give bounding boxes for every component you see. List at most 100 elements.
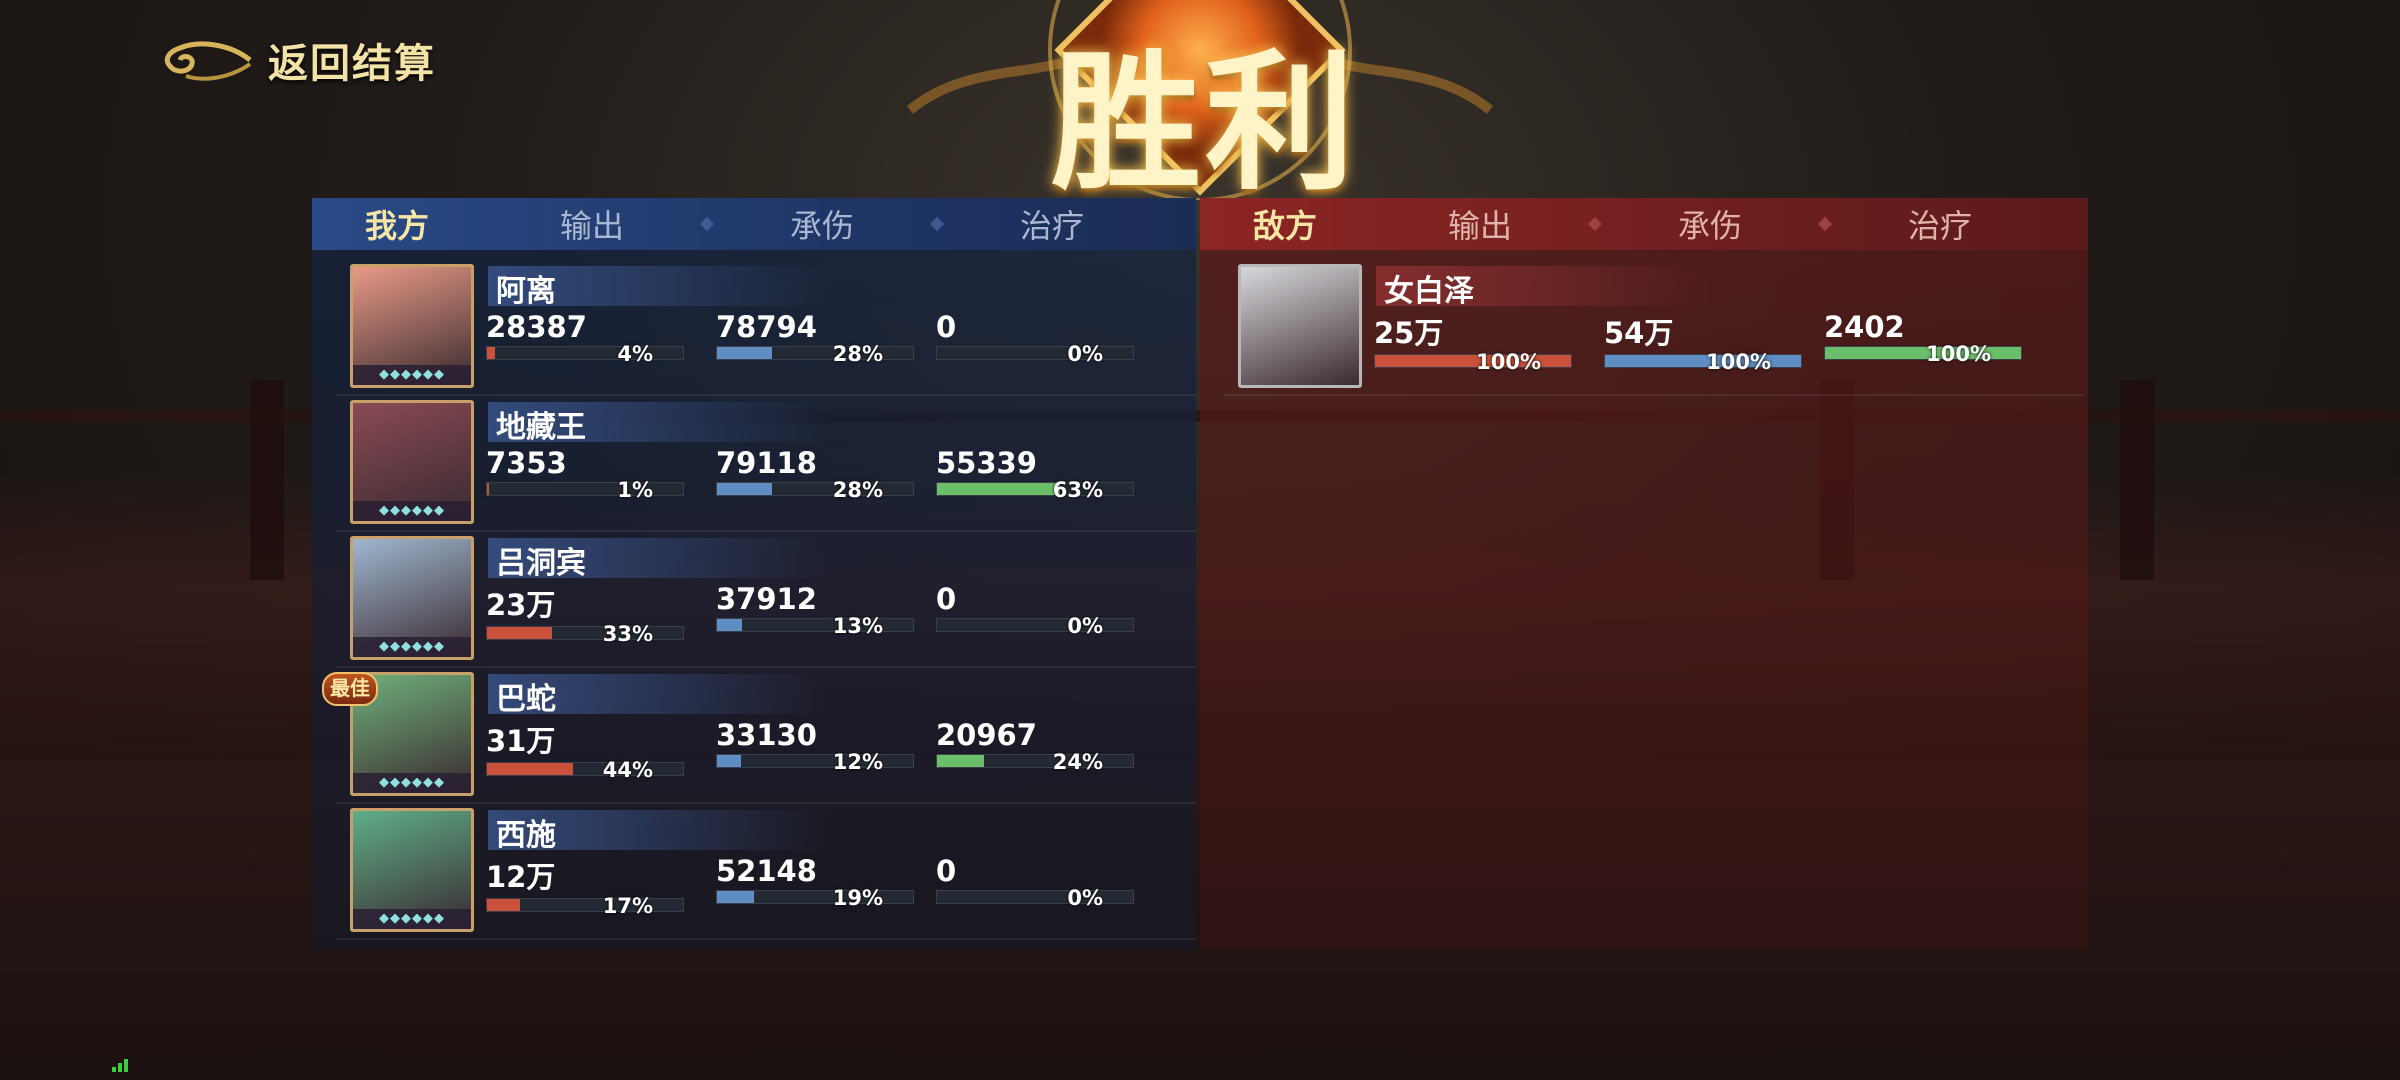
damage-taken-stat-bar: 28% (716, 342, 914, 366)
tab-ally-damage-taken[interactable]: 承伤 (712, 201, 932, 247)
damage-taken-stat-bar-fill (717, 891, 755, 903)
hero-portrait[interactable]: ◆◆◆◆◆◆ (350, 536, 474, 660)
healing-stat-percent: 0% (1067, 886, 1103, 910)
row-divider (336, 666, 1196, 668)
output-stat-bar-fill (487, 347, 495, 359)
healing-stat-percent: 24% (1052, 750, 1103, 774)
tab-enemy-healing[interactable]: 治疗 (1830, 201, 2050, 247)
hero-row: ◆◆◆◆◆◆ 西施 12万 17% 52148 19% 0 0% (336, 808, 1196, 940)
hero-row: ◆◆◆◆◆◆ 阿离 28387 4% 78794 28% 0 0% (336, 264, 1196, 396)
output-stat-value: 12万 (486, 860, 556, 894)
ally-side-label: 我方 (364, 207, 429, 245)
healing-stat-value: 55339 (936, 446, 1037, 480)
row-divider (336, 530, 1196, 532)
output-stat-bar-fill (487, 763, 574, 775)
hero-name: 阿离 (496, 274, 556, 309)
healing-stat: 20967 24% (936, 718, 1136, 774)
output-stat: 28387 4% (486, 310, 686, 366)
output-stat-percent: 100% (1476, 350, 1541, 374)
damage-taken-stat: 52148 19% (716, 854, 916, 910)
output-stat-value: 25万 (1374, 316, 1444, 350)
background-post (2120, 380, 2154, 580)
hero-name: 女白泽 (1384, 274, 1474, 309)
row-divider (336, 802, 1196, 804)
healing-stat-value: 0 (936, 582, 957, 616)
output-stat-bar-fill (487, 627, 552, 639)
damage-taken-stat-value: 54万 (1604, 316, 1674, 350)
output-stat-percent: 4% (617, 342, 653, 366)
back-label: 返回结算 (268, 40, 436, 87)
hero-name: 地藏王 (496, 410, 586, 445)
hero-name: 巴蛇 (496, 682, 556, 717)
ally-tabbar: 我方 输出 承伤 治疗 (312, 198, 1196, 250)
healing-stat-bar: 0% (936, 342, 1134, 366)
damage-taken-stat-value: 79118 (716, 446, 817, 480)
damage-taken-stat-bar-fill (717, 483, 772, 495)
hero-portrait[interactable]: ◆◆◆◆◆◆ (350, 400, 474, 524)
output-stat-percent: 44% (602, 758, 653, 782)
output-stat-bar-fill (1375, 355, 1571, 367)
output-stat-value: 28387 (486, 310, 587, 344)
damage-taken-stat-value: 33130 (716, 718, 817, 752)
damage-taken-stat-bar: 12% (716, 750, 914, 774)
healing-stat-percent: 63% (1052, 478, 1103, 502)
damage-taken-stat-bar: 19% (716, 886, 914, 910)
tab-enemy-output[interactable]: 输出 (1370, 201, 1590, 247)
hero-portrait[interactable]: ◆◆◆◆◆◆ (350, 264, 474, 388)
output-stat: 7353 1% (486, 446, 686, 502)
signal-icon (112, 1059, 128, 1072)
star-rank-icon: ◆◆◆◆◆◆ (353, 773, 471, 793)
healing-stat-value: 2402 (1824, 310, 1905, 344)
output-stat-value: 7353 (486, 446, 567, 480)
hero-name: 吕洞宾 (496, 546, 586, 581)
victory-title: 胜利 (1050, 35, 1359, 211)
output-stat: 23万 33% (486, 582, 686, 646)
healing-stat-bar: 24% (936, 750, 1134, 774)
star-rank-icon: ◆◆◆◆◆◆ (353, 909, 471, 929)
damage-taken-stat-value: 37912 (716, 582, 817, 616)
enemy-panel: 敌方 输出 承伤 治疗 女白泽 25万 100% 54万 100% 2402 100% (1200, 198, 2088, 950)
output-stat-percent: 33% (602, 622, 653, 646)
hero-portrait[interactable]: ◆◆◆◆◆◆ (350, 808, 474, 932)
output-stat-value: 23万 (486, 588, 556, 622)
output-stat: 31万 44% (486, 718, 686, 782)
damage-taken-stat-value: 78794 (716, 310, 817, 344)
damage-taken-stat-bar-fill (1605, 355, 1801, 367)
tab-ally-output[interactable]: 输出 (482, 201, 702, 247)
healing-stat: 0 0% (936, 582, 1136, 638)
healing-stat-bar: 0% (936, 614, 1134, 638)
damage-taken-stat-percent: 19% (832, 886, 883, 910)
healing-stat-value: 20967 (936, 718, 1037, 752)
enemy-side-label: 敌方 (1252, 207, 1317, 245)
hero-row: ◆◆◆◆◆◆ 最佳 巴蛇 31万 44% 33130 12% 20967 24% (322, 672, 1196, 804)
healing-stat: 55339 63% (936, 446, 1136, 502)
damage-taken-stat-value: 52148 (716, 854, 817, 888)
healing-stat: 0 0% (936, 854, 1136, 910)
output-stat-bar-fill (487, 899, 521, 911)
damage-taken-stat-percent: 28% (832, 478, 883, 502)
damage-taken-stat: 79118 28% (716, 446, 916, 502)
back-to-settlement-button[interactable]: 返回结算 (160, 30, 436, 90)
row-divider (336, 394, 1196, 396)
star-rank-icon: ◆◆◆◆◆◆ (353, 501, 471, 521)
hero-portrait[interactable] (1238, 264, 1362, 388)
healing-stat-bar: 63% (936, 478, 1134, 502)
output-stat-bar: 33% (486, 622, 684, 646)
output-stat-bar-fill (487, 483, 489, 495)
healing-stat-percent: 0% (1067, 342, 1103, 366)
healing-stat-bar-fill (937, 755, 985, 767)
healing-stat-bar-fill (1825, 347, 2021, 359)
tab-enemy-damage-taken[interactable]: 承伤 (1600, 201, 1820, 247)
row-divider (1224, 394, 2084, 396)
tab-ally-healing[interactable]: 治疗 (942, 201, 1162, 247)
damage-taken-stat-bar: 28% (716, 478, 914, 502)
hero-row: ◆◆◆◆◆◆ 吕洞宾 23万 33% 37912 13% 0 0% (336, 536, 1196, 668)
healing-stat-bar: 100% (1824, 342, 2022, 366)
output-stat-percent: 17% (602, 894, 653, 918)
damage-taken-stat-percent: 12% (832, 750, 883, 774)
healing-stat-percent: 100% (1926, 342, 1991, 366)
healing-stat-value: 0 (936, 854, 957, 888)
damage-taken-stat: 78794 28% (716, 310, 916, 366)
healing-stat-bar: 0% (936, 886, 1134, 910)
back-cloud-icon (164, 41, 252, 81)
